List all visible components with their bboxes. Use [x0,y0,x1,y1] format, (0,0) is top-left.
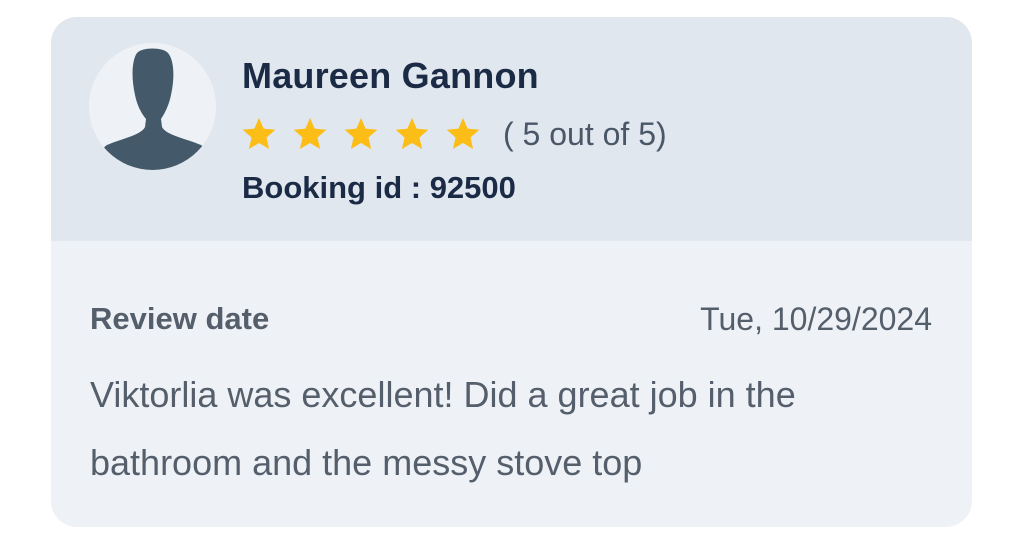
star-icon [344,117,378,150]
review-text: Viktorlia was excellent! Did a great job… [90,374,796,483]
rating-text: ( 5 out of 5) [503,116,667,152]
star-icon [395,117,429,150]
review-card-header: Maureen Gannon ( 5 out of 5) Booking id … [51,17,972,241]
star-icon [446,117,480,150]
star-icon [242,117,276,150]
review-date-value: Tue, 10/29/2024 [700,301,932,337]
review-card: Maureen Gannon ( 5 out of 5) Booking id … [51,17,972,527]
star-rating [240,115,495,153]
star-icon [293,117,327,150]
avatar [89,43,216,170]
booking-id: Booking id : 92500 [242,170,516,205]
user-silhouette-icon [101,48,207,170]
review-date-label: Review date [90,301,270,336]
reviewer-name: Maureen Gannon [242,55,539,96]
